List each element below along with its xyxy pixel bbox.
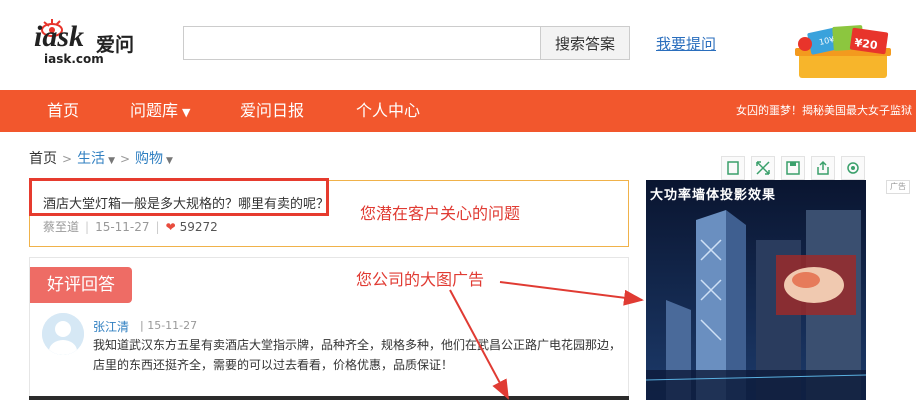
question-date: 15-11-27 — [95, 220, 150, 234]
logo-text: iask — [34, 20, 85, 53]
question-title[interactable]: 酒店大堂灯箱一般是多大规格的？哪里有卖的呢？ — [43, 193, 329, 212]
question-author[interactable]: 蔡至道 — [43, 220, 79, 234]
breadcrumb-separator: > — [119, 152, 131, 166]
main-nav: 首页 问题库 ▼ 爱问日报 个人中心 女囚的噩梦！揭秘美国最大女子监狱 — [0, 90, 916, 132]
ad-label: 广告 — [886, 180, 910, 194]
promo-coupon-image[interactable]: ¥20 10¥ — [793, 22, 893, 80]
avatar[interactable] — [42, 313, 84, 355]
header: iask 爱问 iask.com 搜索答案 我要提问 ¥20 10¥ — [0, 0, 916, 90]
coupon-basket-icon: ¥20 10¥ — [795, 25, 891, 78]
search-input[interactable] — [183, 26, 541, 60]
answer-text: 我知道武汉东方五星有卖酒店大堂指示牌，品种齐全，规格多种，他们在武昌公正路广电花… — [93, 338, 622, 372]
nav-item-personal-center[interactable]: 个人中心 — [356, 90, 420, 132]
annotation-potential-customer: 您潜在客户关心的问题 — [360, 204, 521, 223]
share-icon[interactable] — [811, 156, 835, 180]
ad-title: 大功率墙体投影效果 — [650, 188, 777, 203]
chevron-down-icon: ▼ — [182, 106, 191, 119]
breadcrumb-separator: > — [62, 152, 73, 166]
city-skyline-icon — [646, 180, 866, 400]
content-divider — [29, 396, 629, 400]
gear-icon[interactable] — [841, 156, 865, 180]
question-views: 59272 — [179, 220, 218, 234]
breadcrumb-shopping[interactable]: 购物 — [135, 151, 163, 167]
user-avatar-icon — [42, 313, 84, 355]
breadcrumb: 首页 > 生活 ▼ > 购物 ▼ — [29, 148, 173, 168]
share-toolbar — [721, 156, 867, 180]
nav-item-daily[interactable]: 爱问日报 — [240, 90, 304, 132]
search-button[interactable]: 搜索答案 — [540, 26, 630, 60]
chevron-down-icon[interactable]: ▼ — [108, 156, 115, 166]
save-icon[interactable] — [781, 156, 805, 180]
fullscreen-icon[interactable] — [751, 156, 775, 180]
projection-ad-image[interactable] — [646, 180, 866, 400]
heart-icon[interactable]: ❤ — [166, 220, 176, 234]
answer-author[interactable]: 张江清 — [93, 318, 129, 335]
breadcrumb-home[interactable]: 首页 — [29, 151, 57, 167]
iask-logo[interactable]: iask 爱问 iask.com — [34, 18, 144, 68]
nav-item-question-bank[interactable]: 问题库 ▼ — [130, 90, 190, 132]
nav-item-home[interactable]: 首页 — [47, 90, 79, 132]
ask-question-link[interactable]: 我要提问 — [656, 33, 716, 54]
nav-news-link[interactable]: 女囚的噩梦！揭秘美国最大女子监狱 — [736, 90, 912, 132]
best-answer-badge: 好评回答 — [30, 267, 132, 303]
answer-date: | 15-11-27 — [140, 319, 198, 332]
copy-icon[interactable] — [721, 156, 745, 180]
chevron-down-icon[interactable]: ▼ — [166, 156, 173, 166]
annotation-big-ad: 您公司的大图广告 — [356, 270, 485, 289]
logo-url: iask.com — [44, 52, 104, 66]
breadcrumb-life[interactable]: 生活 — [77, 151, 105, 167]
question-meta: 蔡至道 | 15-11-27 | ❤ 59272 — [43, 220, 218, 234]
